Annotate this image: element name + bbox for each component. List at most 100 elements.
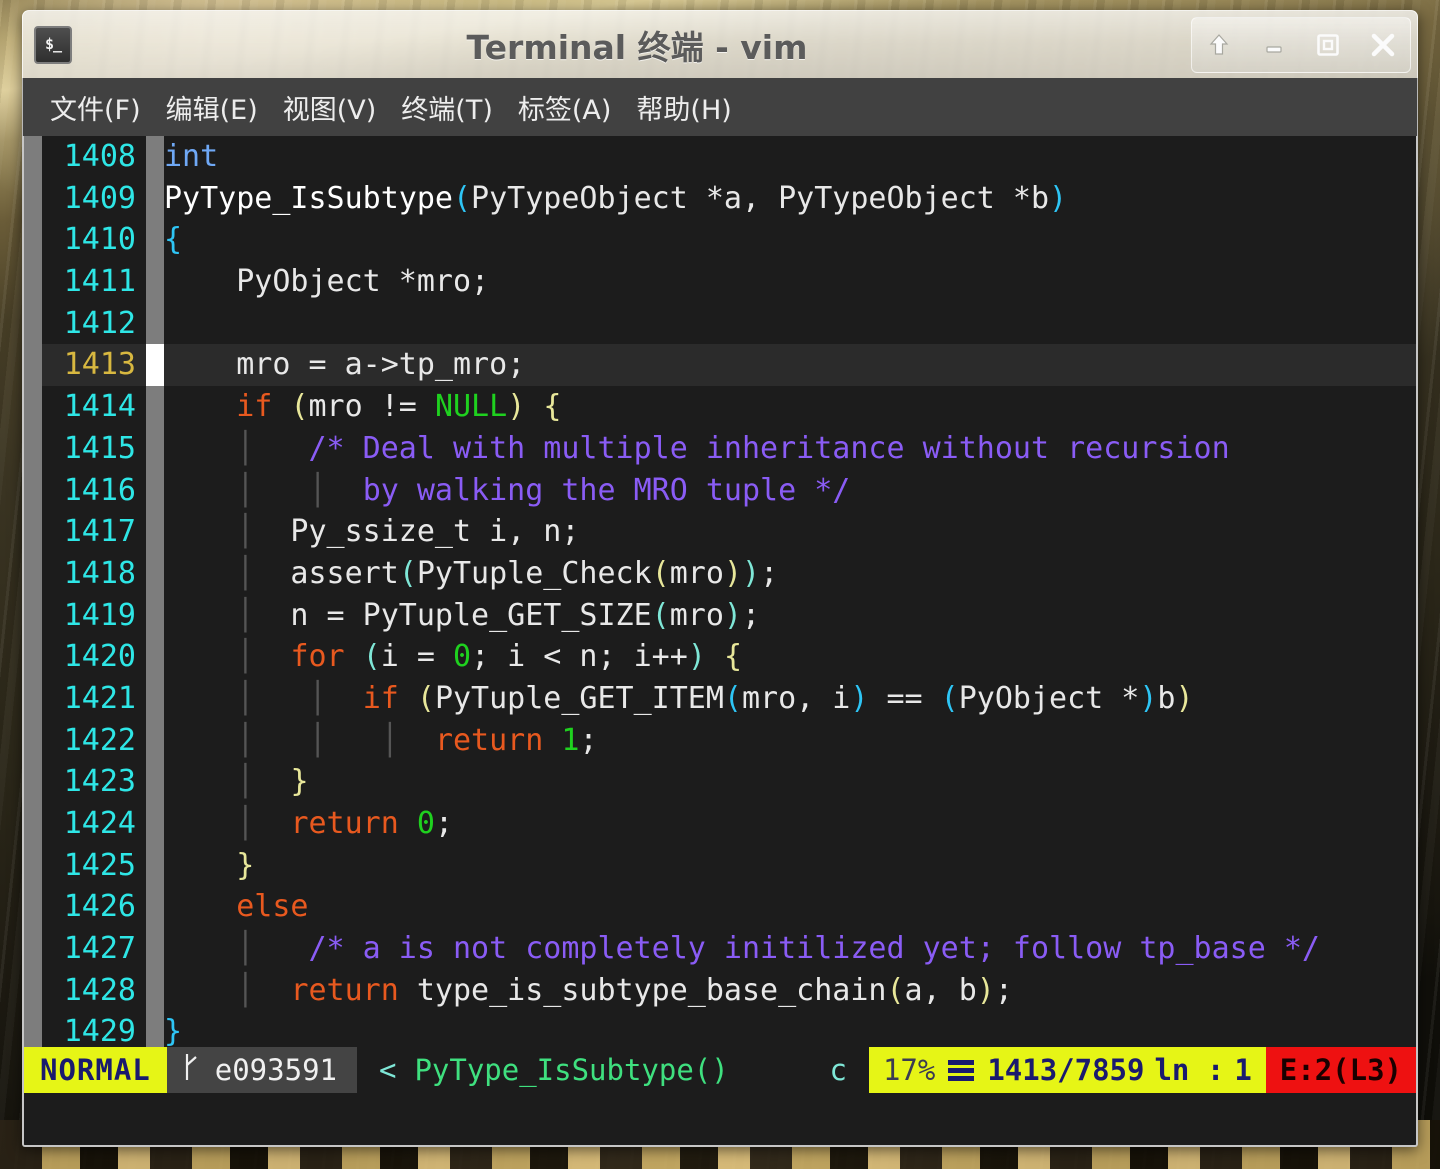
code-line[interactable]: 1421 │ │ if (PyTuple_GET_ITEM(mro, i) ==… [42, 677, 1416, 720]
code-token: ( [452, 180, 472, 216]
code-line[interactable]: 1412 [42, 302, 1416, 345]
status-function-context: PyType_IsSubtype() [414, 1047, 755, 1093]
code-line[interactable]: 1423 │ } [42, 761, 1416, 803]
menu-bar: 文件(F) 编辑(E) 视图(V) 终端(T) 标签(A) 帮助(H) [22, 78, 1418, 136]
status-git-branch: e093591 [166, 1047, 357, 1093]
code-line[interactable]: 1409 PyType_IsSubtype(PyTypeObject *a, Py… [42, 177, 1416, 220]
code-token: ) [1049, 180, 1068, 216]
code-line[interactable]: 1425 } [42, 844, 1416, 887]
code-token: ( [362, 639, 381, 675]
line-number: 1418 [63, 555, 136, 591]
code-text: PyType_IsSubtype(PyTypeObject *a, PyType… [164, 178, 1067, 220]
code-line[interactable]: 1417 │ Py_ssize_t i, n; [42, 511, 1416, 553]
window-titlebar[interactable]: $_ Terminal 终端 - vim [22, 10, 1418, 78]
code-token: ( [651, 597, 670, 633]
code-line[interactable]: 1420 │ for (i = 0; i < n; i++) { [42, 636, 1416, 678]
vim-fold-column [24, 136, 42, 1047]
line-number: 1415 [63, 430, 136, 466]
line-number: 1410 [63, 222, 136, 258]
line-number: 1429 [63, 1014, 136, 1047]
code-token: ( [651, 555, 670, 591]
code-token: if [362, 680, 399, 716]
code-line[interactable]: 1427 │ /* a is not completely initilized… [42, 928, 1416, 970]
code-token: { [723, 639, 742, 675]
code-text: │ return type_is_subtype_base_chain(a, b… [164, 970, 1013, 1012]
sign-column [146, 386, 164, 428]
code-token: │ [236, 722, 255, 758]
code-token: ; [741, 597, 761, 633]
code-line[interactable]: 1422 │ │ │ return 1; [42, 719, 1416, 762]
vim-command-line[interactable] [24, 1093, 1416, 1145]
code-token: == [868, 680, 941, 716]
line-number: 1423 [63, 764, 136, 800]
maximize-button[interactable] [1306, 23, 1350, 67]
sign-column [146, 427, 164, 470]
code-line[interactable]: 1418 │ assert(PyTuple_Check(mro)); [42, 552, 1416, 595]
code-token: n = PyTuple_GET_SIZE [254, 597, 652, 633]
menu-item-tabs[interactable]: 标签(A) [507, 84, 623, 131]
menu-item-help[interactable]: 帮助(H) [625, 84, 742, 131]
menu-item-edit[interactable]: 编辑(E) [155, 84, 269, 131]
code-line[interactable]: 1426 else [42, 886, 1416, 929]
code-line[interactable]: 1414 if (mro != NULL) { [42, 386, 1416, 428]
menu-item-view[interactable]: 视图(V) [272, 84, 388, 131]
vim-code-area[interactable]: 1408 int 1409 PyType_IsSubtype(PyTypeObject… [42, 136, 1416, 1047]
line-number: 1424 [63, 806, 136, 841]
code-token: /* Deal with multiple inheritance withou… [308, 430, 1230, 466]
menu-item-file[interactable]: 文件(F) [39, 84, 152, 131]
sign-column [146, 844, 164, 887]
code-token: } [290, 764, 309, 800]
minimize-button[interactable] [1252, 23, 1296, 67]
code-line[interactable]: 1411 PyObject *mro; [42, 261, 1416, 303]
line-number: 1420 [63, 639, 136, 675]
code-token: i = [380, 639, 453, 675]
code-line[interactable]: 1419 │ n = PyTuple_GET_SIZE(mro); [42, 594, 1416, 637]
code-token: ) [976, 972, 995, 1008]
code-line[interactable]: 1410 { [42, 219, 1416, 262]
code-token: b [1157, 680, 1176, 716]
code-token: ; i < n; i++ [471, 639, 688, 675]
code-text: │ n = PyTuple_GET_SIZE(mro); [164, 595, 760, 637]
code-token: ( [416, 680, 435, 716]
code-line[interactable]: 1413 mro = a->tp_mro; [42, 344, 1416, 387]
code-line[interactable]: 1429} [42, 1011, 1416, 1047]
terminal-window: $_ Terminal 终端 - vim 文件(F) 编辑(E) 视图(V) 终… [22, 10, 1418, 1147]
menu-item-terminal[interactable]: 终端(T) [390, 84, 504, 131]
code-text: } [164, 845, 254, 887]
vim-editor[interactable]: 1408 int 1409 PyType_IsSubtype(PyTypeObject… [24, 136, 1416, 1047]
code-text: │ │ │ return 1; [164, 720, 597, 762]
terminal-icon: $_ [34, 25, 72, 64]
status-line-total: 1413/7859 [987, 1053, 1145, 1087]
code-line[interactable]: 1424 │ return 0; [42, 803, 1416, 845]
status-col-value: 1 [1234, 1053, 1252, 1087]
status-mode: NORMAL [24, 1047, 167, 1093]
code-token: │ [236, 430, 255, 466]
line-number: 1411 [63, 264, 136, 300]
terminal-content[interactable]: 1408 int 1409 PyType_IsSubtype(PyTypeObject… [22, 136, 1418, 1147]
line-number: 1414 [63, 389, 136, 425]
code-line[interactable]: 1408 int [42, 136, 1416, 178]
code-line[interactable]: 1416 │ │ by walking the MRO tuple */ [42, 469, 1416, 512]
code-token: │ [236, 680, 255, 716]
code-token: NULL [434, 389, 508, 425]
line-number: 1427 [63, 931, 136, 967]
code-token: type_is_subtype_base_chain [398, 972, 887, 1008]
code-text: │ /* Deal with multiple inheritance with… [164, 428, 1230, 470]
close-button[interactable] [1361, 23, 1405, 67]
code-line[interactable]: 1428 │ return type_is_subtype_base_chain… [42, 969, 1416, 1012]
code-token: ; [994, 972, 1013, 1008]
code-token: │ [236, 931, 255, 967]
shade-button[interactable] [1197, 23, 1241, 67]
sign-column [146, 594, 164, 637]
code-line[interactable]: 1415 │ /* Deal with multiple inheritance… [42, 427, 1416, 470]
